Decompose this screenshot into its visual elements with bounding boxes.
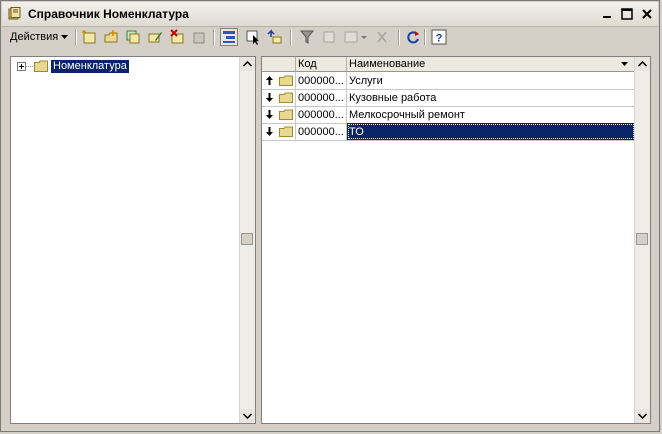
window-title: Справочник Номенклатура: [28, 7, 189, 21]
minimize-button[interactable]: [600, 7, 614, 21]
folder-icon: [279, 109, 293, 120]
list-pane[interactable]: Код Наименование 000000... Услуги 000000..…: [261, 56, 651, 424]
help-button[interactable]: ?: [430, 28, 448, 46]
scroll-thumb[interactable]: [241, 233, 253, 245]
header-code[interactable]: Код: [296, 57, 347, 71]
scroll-up-button[interactable]: [240, 57, 255, 71]
header-name-label: Наименование: [349, 58, 426, 70]
reference-window: Справочник Номенклатура Действия ? Номен…: [0, 0, 660, 432]
expand-icon[interactable]: [17, 61, 26, 71]
hierarchy-icon: [223, 31, 235, 43]
scroll-thumb[interactable]: [636, 233, 648, 245]
row-marker-cell: [262, 72, 296, 89]
table-row[interactable]: 000000... Услуги: [262, 72, 635, 90]
filter-value-button[interactable]: [320, 28, 338, 46]
refresh-icon: [407, 31, 419, 44]
arrow-down-icon: [266, 110, 273, 119]
add-group-button[interactable]: [102, 28, 120, 46]
chevron-down-icon: [638, 413, 647, 419]
folder-icon: [279, 126, 293, 137]
tree-pane[interactable]: Номенклатура: [10, 56, 256, 424]
edit-button[interactable]: [146, 28, 164, 46]
tree-root-label: Номенклатура: [51, 59, 129, 73]
edit-icon: [148, 32, 162, 43]
level-up-icon: [267, 29, 282, 44]
clear-filter-button[interactable]: [374, 28, 392, 46]
toolbar: Действия ?: [2, 27, 658, 47]
grid-header: Код Наименование: [262, 57, 635, 72]
code-cell[interactable]: 000000...: [296, 89, 347, 106]
add-icon: [82, 30, 96, 44]
chevron-down-icon: [243, 413, 252, 419]
arrow-up-icon: [266, 76, 273, 85]
hierarchy-view-button[interactable]: [220, 28, 238, 46]
code-cell[interactable]: 000000...: [296, 123, 347, 140]
row-marker-cell: [262, 106, 296, 123]
arrow-down-icon: [266, 93, 273, 102]
toolbar-separator: [290, 29, 292, 45]
tree-scrollbar[interactable]: [239, 57, 255, 423]
filter-button[interactable]: [298, 28, 316, 46]
scroll-down-button[interactable]: [635, 409, 650, 423]
filter-by-value-icon: [323, 31, 335, 43]
help-icon: ?: [431, 29, 447, 45]
toolbar-separator: [75, 29, 77, 45]
table-row[interactable]: 000000... ТО: [262, 123, 635, 141]
svg-text:?: ?: [436, 33, 443, 45]
header-name[interactable]: Наименование: [347, 57, 635, 71]
header-marker-column[interactable]: [262, 57, 296, 71]
delete-button[interactable]: [190, 28, 208, 46]
add-folder-icon: [104, 30, 118, 43]
name-cell[interactable]: Кузовные работа: [347, 89, 635, 106]
folder-icon: [34, 60, 48, 72]
add-item-button[interactable]: [80, 28, 98, 46]
refresh-button[interactable]: [404, 28, 422, 46]
code-cell[interactable]: 000000...: [296, 72, 347, 89]
name-cell[interactable]: Мелкосрочный ремонт: [347, 106, 635, 123]
name-cell[interactable]: ТО: [347, 123, 635, 140]
delete-mark-icon: [170, 29, 184, 44]
folder-icon: [279, 75, 293, 86]
row-marker-cell: [262, 123, 296, 140]
toolbar-separator: [213, 29, 215, 45]
actions-menu-button[interactable]: Действия: [6, 28, 72, 46]
level-up-button[interactable]: [266, 28, 284, 46]
filter-history-button[interactable]: [342, 28, 370, 46]
select-button[interactable]: [244, 28, 262, 46]
cursor-select-icon: [246, 30, 259, 45]
scroll-down-button[interactable]: [240, 409, 255, 423]
delete-icon: [193, 32, 205, 44]
arrow-down-icon: [266, 127, 273, 136]
close-button[interactable]: [640, 7, 654, 21]
row-marker-cell: [262, 89, 296, 106]
name-cell[interactable]: Услуги: [347, 72, 635, 89]
chevron-up-icon: [638, 61, 647, 67]
table-row[interactable]: 000000... Мелкосрочный ремонт: [262, 106, 635, 124]
code-cell[interactable]: 000000...: [296, 106, 347, 123]
tree-root-item[interactable]: Номенклатура: [17, 59, 129, 73]
toolbar-separator: [424, 29, 426, 45]
copy-button[interactable]: [124, 28, 142, 46]
list-scrollbar[interactable]: [634, 57, 650, 423]
clear-filter-icon: [377, 31, 387, 43]
folder-icon: [279, 92, 293, 103]
filter-icon: [299, 30, 315, 44]
chevron-down-icon: [61, 35, 69, 39]
maximize-button[interactable]: [620, 7, 634, 21]
mark-deletion-button[interactable]: [168, 28, 186, 46]
scroll-up-button[interactable]: [635, 57, 650, 71]
copy-icon: [126, 30, 140, 44]
table-row[interactable]: 000000... Кузовные работа: [262, 89, 635, 107]
sort-chevron-down-icon: [621, 62, 628, 66]
toolbar-separator: [398, 29, 400, 45]
actions-label: Действия: [10, 31, 59, 43]
filter-history-icon: [344, 31, 367, 43]
title-bar[interactable]: Справочник Номенклатура: [2, 2, 658, 27]
catalog-icon: [8, 7, 22, 20]
tree-line: [26, 65, 34, 67]
chevron-up-icon: [243, 61, 252, 67]
